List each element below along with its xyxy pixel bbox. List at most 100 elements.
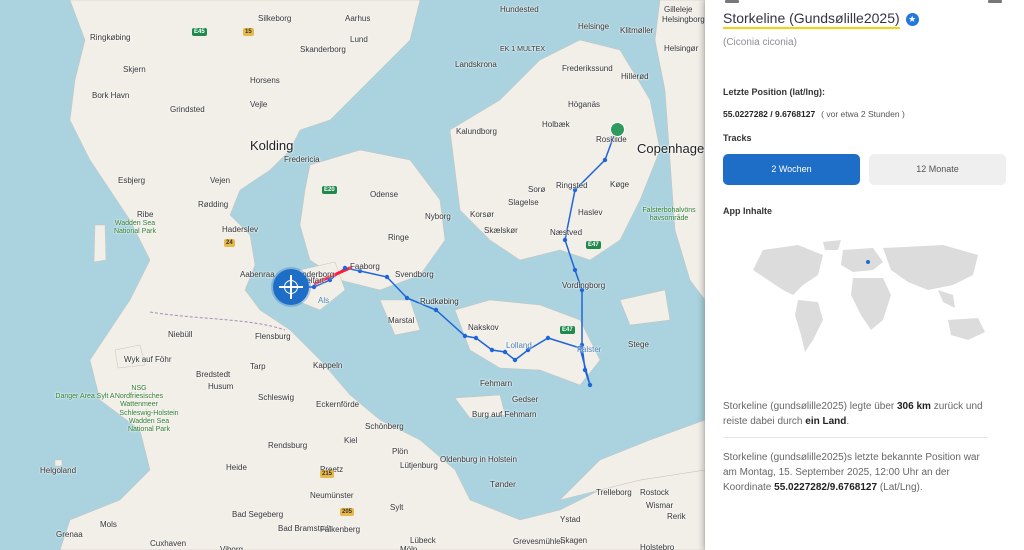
track-point [512, 357, 518, 363]
map-label: Copenhagen [637, 141, 712, 156]
map-label: Aabenraa [240, 270, 275, 279]
map-label: Fredericia [284, 155, 320, 164]
map-label: Skælskør [484, 226, 518, 235]
map-label: Rendsburg [268, 441, 308, 450]
map-label: Schleswig [258, 393, 295, 402]
panel-close-icon[interactable] [988, 0, 1002, 3]
map-label: Nyborg [425, 212, 451, 221]
map-label: Odense [370, 190, 399, 199]
map-label: Skanderborg [300, 45, 346, 54]
map-label: Holstebro [640, 543, 675, 550]
track-point [562, 237, 568, 243]
map-label: Aarhus [345, 14, 371, 23]
track-point [545, 335, 551, 341]
track-2-weeks-button[interactable]: 2 Wochen [723, 154, 860, 185]
map-label: Neumünster [310, 491, 354, 500]
map-canvas[interactable] [0, 0, 705, 550]
park-label: NSG Nordfriesisches Wattenmeer [114, 385, 164, 408]
track-point [473, 335, 479, 341]
track-point [433, 307, 439, 313]
map-label: Slagelse [508, 198, 539, 207]
map-label: Grenaa [56, 530, 83, 539]
coordinates-text: 55.0227282 / 9.6768127 [723, 109, 816, 119]
map-label: Gedser [512, 395, 539, 404]
map-label: Rerik [667, 512, 686, 521]
map-label: Marstal [388, 316, 415, 325]
track-point [462, 333, 468, 339]
map-label: Frederikssund [562, 64, 613, 73]
road-shield: E47 [586, 241, 601, 249]
map-label: Tarp [250, 362, 266, 371]
map-label: Möln [400, 545, 418, 550]
track-point [489, 347, 495, 353]
park-label: Schleswig-Holstein Wadden Sea National P… [119, 410, 179, 433]
map-label: Hundested [500, 5, 539, 14]
map-label: Bad Segeberg [232, 510, 284, 519]
app-content-label: App Inhalte [723, 206, 772, 216]
map-label: Ringe [388, 233, 409, 242]
track-point [384, 274, 390, 280]
map-label: Rudkøbing [420, 297, 459, 306]
map-label: Vejen [210, 176, 231, 185]
map-label: Klitmøller [620, 26, 654, 35]
map-label: Haslev [578, 208, 603, 217]
map-label: Korsør [470, 210, 494, 219]
map-label: Silkeborg [258, 14, 292, 23]
map-label: Sorø [528, 185, 546, 194]
map-label: Kappeln [313, 361, 343, 370]
track-point [404, 295, 410, 301]
map-label: Höganäs [568, 100, 601, 109]
tracks-label: Tracks [723, 133, 752, 143]
map-label: Horsens [250, 76, 280, 85]
start-position-marker[interactable] [610, 122, 625, 137]
map-label: Helsingør [664, 44, 699, 53]
road-shield: 215 [320, 470, 335, 478]
map-attribution: EK 1 MULTEX [500, 46, 545, 53]
map-label: Lübeck [410, 536, 436, 545]
summary-text: Storkeline (gundsølille2025) legte über … [723, 401, 983, 427]
track-12-months-button[interactable]: 12 Monate [869, 154, 1006, 185]
map-label: Lolland [506, 341, 532, 350]
map-label: Svendborg [395, 270, 434, 279]
map-label: Ribe [137, 210, 154, 219]
map-label: Falkenberg [320, 525, 361, 534]
map-label: Als [318, 296, 330, 305]
favorite-star-icon[interactable]: ★ [905, 13, 919, 26]
map-label: Rødding [198, 200, 229, 209]
track-point [342, 265, 348, 271]
road-shield: 15 [243, 28, 254, 36]
map-label: Burg auf Fehmarn [472, 410, 537, 419]
track-point [572, 267, 578, 273]
current-position-marker[interactable] [273, 269, 309, 305]
map-label: Flensburg [255, 332, 291, 341]
track-point [582, 367, 588, 373]
park-label: Danger Area Sylt A [55, 393, 115, 400]
map-label: Helgoland [40, 466, 77, 475]
map-label: Trelleborg [596, 488, 632, 497]
bird-detail-panel: Storkeline (Gundsølille2025) ★ (Ciconia … [705, 0, 1024, 550]
map-label: Roskilde [596, 135, 627, 144]
track-point [587, 382, 593, 388]
road-shield: E47 [560, 326, 575, 334]
track-point [311, 284, 317, 290]
map-label: Holbæk [542, 120, 570, 129]
map-label: Stege [628, 340, 649, 349]
panel-handle-icon[interactable] [725, 0, 739, 3]
map-label: Esbjerg [118, 176, 146, 185]
map-label: Haderslev [222, 225, 259, 234]
map-label: Wismar [646, 501, 674, 510]
map-label: Ringsted [556, 181, 588, 190]
map-label: Viborg [220, 545, 243, 550]
time-ago-text: ( vor etwa 2 Stunden ) [821, 109, 905, 119]
map-label: Faaborg [350, 262, 380, 271]
map-label: Oldenburg in Holstein [440, 455, 517, 464]
map-label: Nakskov [468, 323, 499, 332]
map-label: Skagen [560, 536, 588, 545]
track-point [502, 349, 508, 355]
scientific-name: (Ciconia ciconia) [723, 37, 797, 48]
map-label: Vejle [250, 100, 268, 109]
map-label: Husum [208, 382, 234, 391]
last-position-label: Letzte Position (lat/lng): [723, 87, 825, 97]
map-label: Ringkøbing [90, 33, 131, 42]
road-shield: E45 [192, 28, 207, 36]
